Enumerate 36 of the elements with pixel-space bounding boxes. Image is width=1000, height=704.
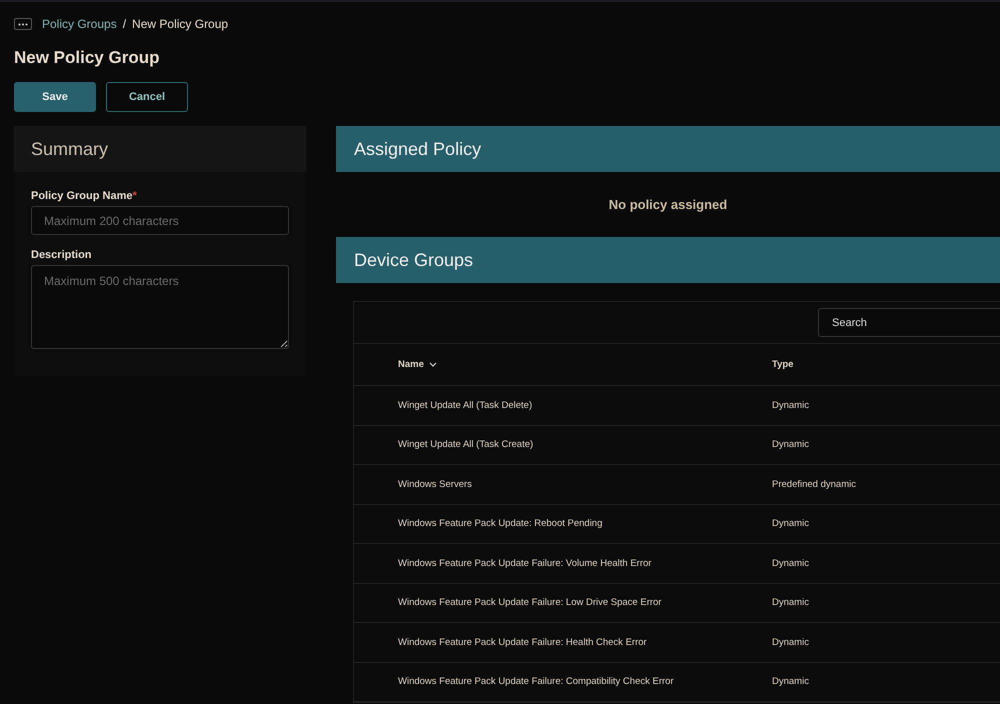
table-cell: Windows Feature Pack Update Failure: Low Drive Space Error <box>398 597 662 608</box>
table-cell: Dynamic <box>772 518 809 530</box>
more-icon <box>18 22 28 26</box>
breadcrumb-link[interactable]: Policy Groups <box>42 17 117 31</box>
column-header[interactable]: Name <box>398 359 424 370</box>
table-cell: Windows Feature Pack Update: Reboot Pending <box>398 518 602 530</box>
table-cell: Dynamic <box>772 558 809 569</box>
table-cell: Dynamic <box>772 400 809 411</box>
section-title: Assigned Policy <box>354 138 482 160</box>
table-cell: Predefined dynamic <box>772 478 856 490</box>
name-input[interactable]: Maximum 200 characters <box>31 206 289 235</box>
panel-title: Summary <box>31 138 108 160</box>
page-title: New Policy Group <box>14 47 160 69</box>
field-label: Description <box>31 249 93 261</box>
breadcrumb-separator: / <box>122 17 126 31</box>
table-cell: Windows Feature Pack Update Failure: Compatibility Check Error <box>398 676 674 688</box>
chevron-icon <box>428 362 437 367</box>
table-cell: Winget Update All (Task Delete) <box>398 400 532 411</box>
field-label: Policy Group Name* <box>31 190 138 202</box>
more-button[interactable] <box>14 18 32 30</box>
save-button[interactable]: Save <box>14 82 96 112</box>
table-cell: Dynamic <box>772 636 809 648</box>
table-cell: Windows Feature Pack Update Failure: Volume Health Error <box>398 558 652 569</box>
search-field[interactable]: Search <box>818 308 1000 337</box>
cancel-button[interactable]: Cancel <box>106 82 188 112</box>
table-cell: Dynamic <box>772 439 809 450</box>
table-cell: Dynamic <box>772 676 809 688</box>
table-cell: Windows Servers <box>398 478 472 490</box>
table-cell: Dynamic <box>772 597 809 608</box>
table-cell: Winget Update All (Task Create) <box>398 439 534 450</box>
section-title: Device Groups <box>354 250 474 270</box>
table-cell: Windows Feature Pack Update Failure: Health Check Error <box>398 636 647 648</box>
empty-message: No policy assigned <box>608 196 728 214</box>
description-input[interactable]: Maximum 500 characters <box>31 265 289 349</box>
breadcrumb-current: New Policy Group <box>132 17 228 31</box>
column-header[interactable]: Type <box>772 359 794 370</box>
